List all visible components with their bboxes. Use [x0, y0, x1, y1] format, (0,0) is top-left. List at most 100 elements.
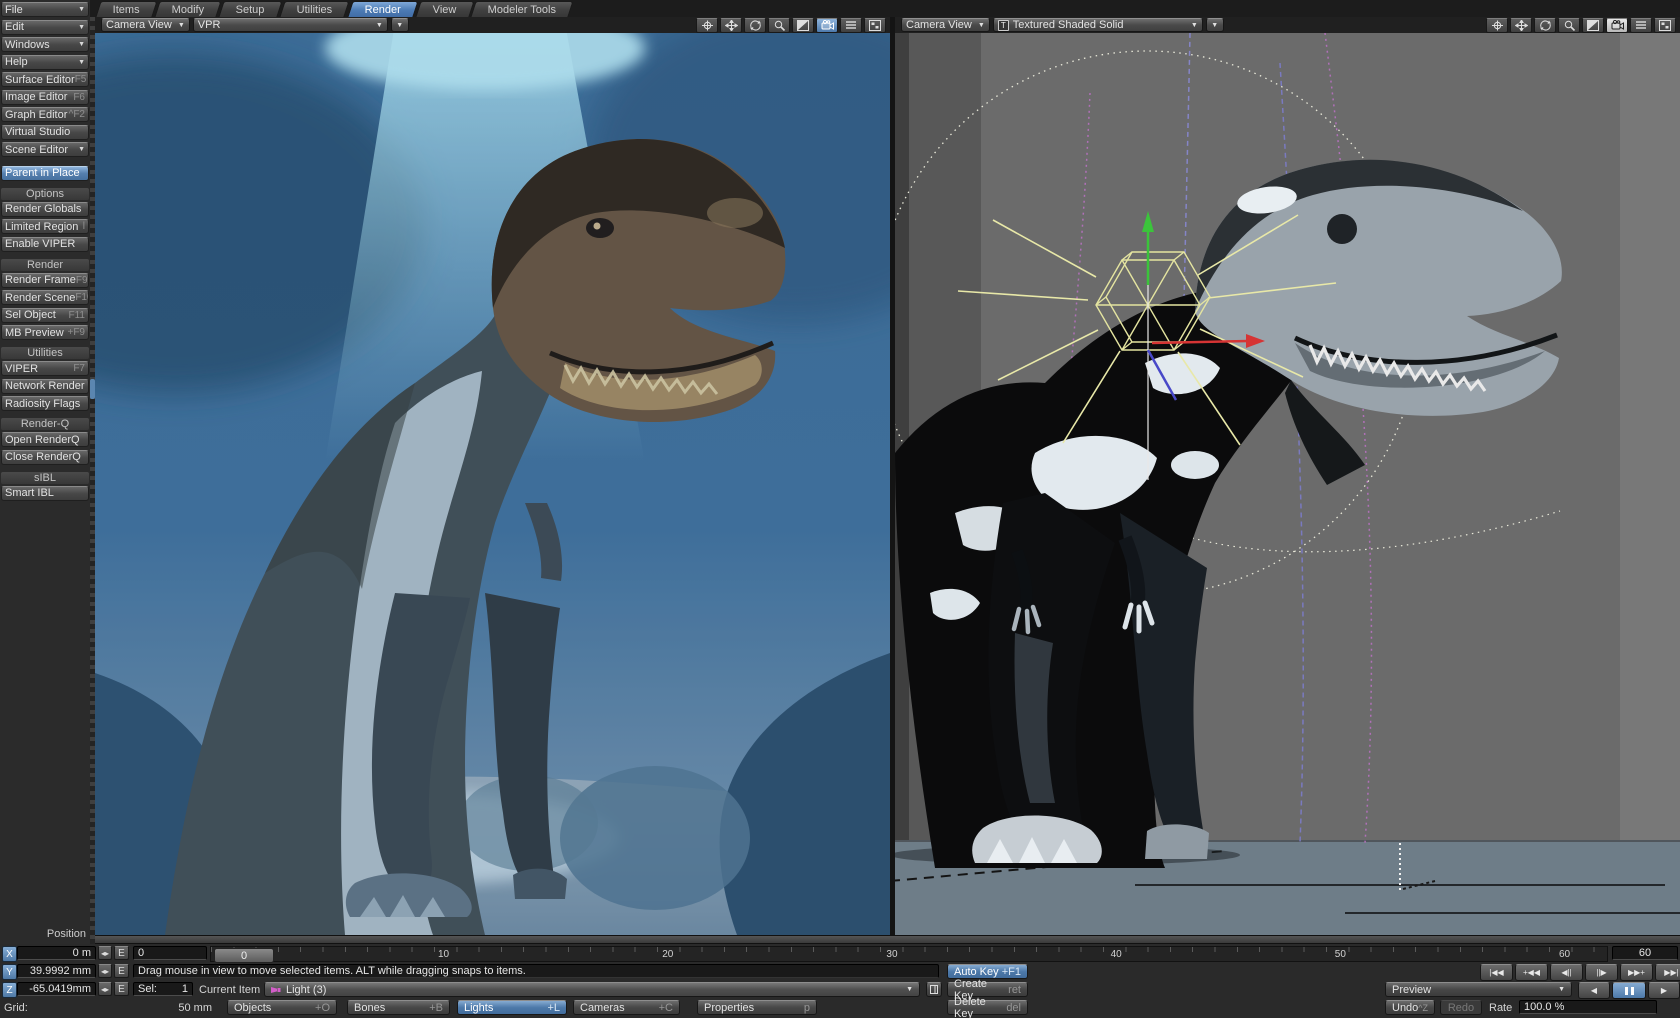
menu-file[interactable]: File▼: [1, 2, 89, 17]
limited-region-button[interactable]: Limited Regionl: [1, 219, 89, 234]
rate-field[interactable]: 100.0 %: [1519, 1000, 1657, 1014]
render-scene-button[interactable]: Render SceneF10: [1, 290, 89, 305]
chevron-down-icon: ▼: [396, 22, 403, 29]
pan-icon[interactable]: [696, 18, 718, 33]
smart-ibl-button[interactable]: Smart IBL: [1, 486, 89, 501]
close-renderq-button[interactable]: Close RenderQ: [1, 450, 89, 465]
view-type-dropdown[interactable]: Camera View▼: [101, 18, 190, 32]
y-axis-button[interactable]: Y: [2, 964, 17, 980]
cameras-mode-button[interactable]: Cameras+C: [573, 1000, 680, 1015]
viewport-menu-dropdown[interactable]: ▼: [391, 18, 409, 32]
x-position-field[interactable]: 0 m: [17, 946, 96, 960]
x-envelope-button[interactable]: E: [114, 946, 129, 960]
parent-in-place-button[interactable]: Parent in Place: [1, 166, 89, 181]
menu-help[interactable]: Help▼: [1, 55, 89, 70]
x-nudge-arrows[interactable]: ◂▸: [98, 946, 112, 960]
pause-button[interactable]: [1612, 982, 1646, 999]
view-type-dropdown[interactable]: Camera View▼: [901, 18, 990, 32]
preview-dropdown[interactable]: Preview▼: [1385, 982, 1572, 997]
radiosity-flags-button[interactable]: Radiosity Flags: [1, 396, 89, 411]
tab-view[interactable]: View: [415, 1, 474, 17]
chevron-down-icon: ▼: [1558, 986, 1565, 993]
y-nudge-arrows[interactable]: ◂▸: [98, 964, 112, 978]
y-position-field[interactable]: 39.9992 mm: [17, 964, 96, 978]
opengl-shaded-viewport[interactable]: [895, 33, 1680, 935]
undo-button[interactable]: Undo^Z: [1385, 1000, 1435, 1015]
tab-items[interactable]: Items: [95, 1, 157, 17]
image-editor-button[interactable]: Image EditorF6: [1, 90, 89, 105]
viper-button[interactable]: VIPERF7: [1, 361, 89, 376]
sel-object-button[interactable]: Sel ObjectF11: [1, 308, 89, 323]
viewport-menu-dropdown[interactable]: ▼: [1206, 18, 1224, 32]
tab-setup[interactable]: Setup: [219, 1, 283, 17]
button-label: Scene Editor: [5, 144, 68, 156]
next-key-button[interactable]: ▶▶+: [1620, 964, 1653, 981]
z-envelope-button[interactable]: E: [114, 982, 129, 996]
render-globals-button[interactable]: Render Globals: [1, 202, 89, 217]
zoom-icon[interactable]: [768, 18, 790, 33]
current-frame-field[interactable]: 0: [133, 946, 207, 960]
network-render-button[interactable]: Network Render: [1, 379, 89, 394]
camera-toggle-icon[interactable]: [816, 18, 838, 33]
bones-mode-button[interactable]: Bones+B: [347, 1000, 450, 1015]
z-axis-button[interactable]: Z: [2, 982, 17, 998]
play-reverse-button[interactable]: ◀: [1578, 982, 1610, 999]
menu-edit[interactable]: Edit▼: [1, 20, 89, 35]
viewport-toolbar: [1486, 18, 1680, 33]
zoom-icon[interactable]: [1558, 18, 1580, 33]
goto-end-button[interactable]: ▶▶|: [1655, 964, 1680, 981]
enable-viper-button[interactable]: Enable VIPER: [1, 237, 89, 252]
render-mode-dropdown[interactable]: T Textured Shaded Solid▼: [993, 18, 1203, 32]
play-forward-button[interactable]: ▶: [1648, 982, 1680, 999]
graph-editor-button[interactable]: Graph Editor^F2: [1, 107, 89, 122]
tab-render[interactable]: Render: [347, 1, 418, 17]
list-icon[interactable]: [1630, 18, 1652, 33]
pan-icon[interactable]: [1486, 18, 1508, 33]
timeline-ruler[interactable]: 01020304050600: [210, 946, 1608, 962]
prev-key-button[interactable]: +◀◀: [1515, 964, 1548, 981]
button-label: Image Editor: [5, 91, 67, 103]
step-back-button[interactable]: ◀||: [1550, 964, 1583, 981]
horizontal-drag-bar[interactable]: [95, 935, 1680, 944]
rotate-icon[interactable]: [720, 18, 742, 33]
vpr-render-viewport[interactable]: [95, 33, 890, 935]
orbit-icon[interactable]: [744, 18, 766, 33]
delete-key-button[interactable]: Delete Keydel: [947, 1000, 1028, 1015]
render-options-icon[interactable]: [1654, 18, 1676, 33]
y-envelope-button[interactable]: E: [114, 964, 129, 978]
render-frame-button[interactable]: Render FrameF9: [1, 273, 89, 288]
camera-toggle-icon[interactable]: [1606, 18, 1628, 33]
list-icon[interactable]: [840, 18, 862, 33]
orbit-icon[interactable]: [1534, 18, 1556, 33]
z-nudge-arrows[interactable]: ◂▸: [98, 982, 112, 996]
tab-modify[interactable]: Modify: [154, 1, 222, 17]
redo-button[interactable]: Redo: [1440, 1000, 1482, 1015]
tab-modeler-tools[interactable]: Modeler Tools: [471, 1, 574, 17]
scene-editor-button[interactable]: Scene Editor▼: [1, 142, 89, 157]
x-axis-button[interactable]: X: [2, 946, 17, 962]
mb-preview-button[interactable]: MB Preview+F9: [1, 325, 89, 340]
step-forward-button[interactable]: ||▶: [1585, 964, 1618, 981]
end-frame-field[interactable]: 60: [1612, 946, 1678, 960]
chevron-down-icon: ▼: [78, 41, 85, 48]
virtual-studio-button[interactable]: Virtual Studio: [1, 125, 89, 140]
surface-editor-button[interactable]: Surface EditorF5: [1, 72, 89, 87]
maximize-viewport-icon[interactable]: [1582, 18, 1604, 33]
frame-slider-knob[interactable]: 0: [214, 948, 274, 963]
tab-utilities[interactable]: Utilities: [279, 1, 350, 17]
render-options-icon[interactable]: [864, 18, 886, 33]
current-item-dropdown[interactable]: Light (3) ▼: [264, 982, 920, 997]
render-mode-dropdown[interactable]: VPR▼: [193, 18, 388, 32]
maximize-viewport-icon[interactable]: [792, 18, 814, 33]
open-renderq-button[interactable]: Open RenderQ: [1, 432, 89, 447]
z-position-field[interactable]: -65.0419mm: [17, 982, 96, 996]
rotate-icon[interactable]: [1510, 18, 1532, 33]
light-item-icon: [271, 986, 281, 994]
properties-mode-button[interactable]: Propertiesp: [697, 1000, 817, 1015]
button-label: VIPER: [5, 363, 38, 375]
menu-windows[interactable]: Windows▼: [1, 37, 89, 52]
item-panel-toggle-button[interactable]: [926, 982, 942, 997]
goto-start-button[interactable]: |◀◀: [1480, 964, 1513, 981]
objects-mode-button[interactable]: Objects+O: [227, 1000, 337, 1015]
lights-mode-button[interactable]: Lights+L: [457, 1000, 567, 1015]
